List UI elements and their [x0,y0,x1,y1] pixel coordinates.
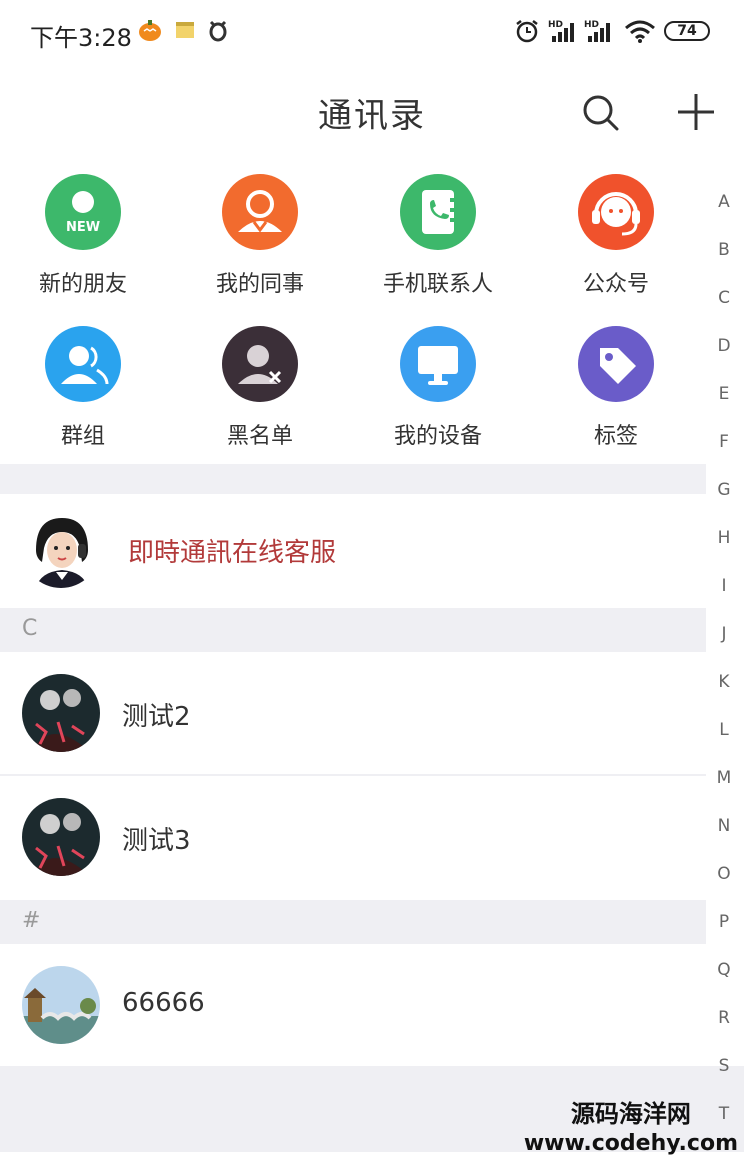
blacklist-icon [222,326,298,402]
contact-name: 测试2 [122,702,191,732]
quick-label: 群组 [60,424,105,449]
index-letter-f[interactable]: F [706,422,742,470]
pumpkin-icon [139,20,161,41]
quick-new-friends[interactable]: NEW 新的朋友 [0,174,168,314]
contact-name: 66666 [122,988,205,1018]
quick-phone-contacts[interactable]: 手机联系人 [353,174,523,314]
section-letter: C [22,616,38,641]
index-letter-g[interactable]: G [706,470,742,518]
index-letter-n[interactable]: N [706,806,742,854]
index-letter-s[interactable]: S [706,1046,742,1094]
alarm-icon [516,20,538,43]
contact-avatar [22,798,100,876]
index-letter-k[interactable]: K [706,662,742,710]
index-letter-b[interactable]: B [706,230,742,278]
headset-icon [578,174,654,250]
index-letter-c[interactable]: C [706,278,742,326]
phone-book-icon [400,174,476,250]
index-letter-h[interactable]: H [706,518,742,566]
section-header-hash: # [0,900,706,944]
quick-label: 我的同事 [215,272,304,297]
contact-row[interactable]: 测试3 [0,776,706,898]
contact-row[interactable]: 66666 [0,944,706,1066]
index-letter-l[interactable]: L [706,710,742,758]
monitor-icon [400,326,476,402]
contact-name: 测试3 [122,826,191,856]
add-icon[interactable] [674,90,718,134]
quick-official-accounts[interactable]: 公众号 [531,174,701,314]
status-bar: 下午3:28 HD HD 74 [0,0,744,64]
index-letter-q[interactable]: Q [706,950,742,998]
service-row[interactable]: 即時通訊在线客服 [0,494,706,606]
section-gap [0,464,706,494]
quick-colleagues[interactable]: 我的同事 [175,174,345,314]
index-letter-e[interactable]: E [706,374,742,422]
bug-icon [209,20,227,42]
signal-hd-icon-2: HD [584,20,610,42]
section-letter: # [22,908,41,933]
quick-label: 黑名单 [226,424,293,449]
quick-label: 手机联系人 [382,272,493,297]
quick-label: 公众号 [582,272,649,297]
index-letter-o[interactable]: O [706,854,742,902]
signal-hd-icon: HD [548,20,574,42]
new-friend-icon: NEW [45,174,121,250]
quick-groups[interactable]: 群组 [0,326,168,466]
note-icon [176,22,194,38]
service-avatar [22,510,100,588]
group-icon [45,326,121,402]
index-letter-r[interactable]: R [706,998,742,1046]
svg-text:HD: HD [584,20,599,30]
index-letter-m[interactable]: M [706,758,742,806]
battery-icon: 74 [664,21,710,41]
quick-tags[interactable]: 标签 [531,326,701,466]
alphabet-index-bar[interactable]: A B C D E F G H I J K L M N O P Q R S T [706,182,742,1142]
quick-my-devices[interactable]: 我的设备 [353,326,523,466]
contact-row[interactable]: 测试2 [0,652,706,774]
watermark: 源码海洋网 www.codehy.com [524,1094,738,1156]
index-letter-j[interactable]: J [706,614,742,662]
colleague-icon [222,174,298,250]
index-letter-d[interactable]: D [706,326,742,374]
quick-label: 我的设备 [393,424,482,449]
section-header-c: C [0,608,706,652]
service-name: 即時通訊在线客服 [128,538,337,568]
wifi-icon [625,20,655,43]
index-letter-p[interactable]: P [706,902,742,950]
svg-text:HD: HD [548,20,563,30]
index-letter-i[interactable]: I [706,566,742,614]
status-time: 下午3:28 [30,24,132,52]
contact-avatar [22,966,100,1044]
index-letter-a[interactable]: A [706,182,742,230]
contact-avatar [22,674,100,752]
quick-blacklist[interactable]: 黑名单 [175,326,345,466]
watermark-url: www.codehy.com [523,1131,738,1156]
quick-label: 新的朋友 [38,272,127,297]
svg-text:NEW: NEW [66,220,100,235]
tag-icon [578,326,654,402]
quick-label: 标签 [593,424,638,449]
search-icon[interactable] [578,90,622,134]
watermark-name: 源码海洋网 [570,1100,691,1128]
page-title: 通讯录 [318,96,426,136]
